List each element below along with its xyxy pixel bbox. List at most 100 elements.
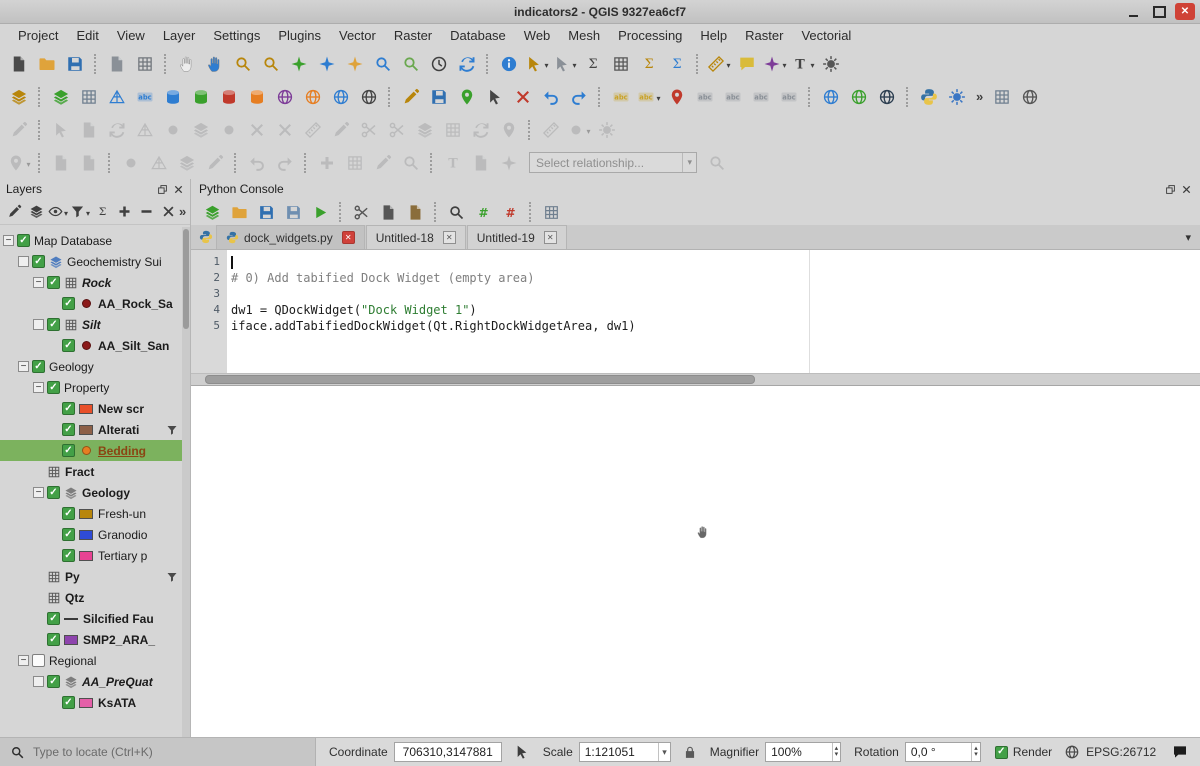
menu-layer[interactable]: Layer [154,25,205,46]
expander-icon[interactable] [3,235,14,246]
zoom-full-icon[interactable] [287,52,311,76]
close-button[interactable] [1175,3,1195,20]
new-project-icon[interactable] [7,52,31,76]
expander-icon[interactable] [33,277,44,288]
messages-icon[interactable] [1172,744,1188,760]
pan-to-selection-icon[interactable] [203,52,227,76]
add-mesh-layer-icon[interactable] [105,85,129,109]
expander-icon[interactable] [18,655,29,666]
layer-checkbox[interactable] [47,633,60,646]
expander-icon[interactable] [33,382,44,393]
new-print-layout-icon[interactable] [105,52,129,76]
map-canvas[interactable] [191,385,1200,737]
add-group-icon[interactable] [26,202,46,222]
render-checkbox[interactable] [995,746,1008,759]
layer-checkbox[interactable] [62,297,75,310]
identify-features-icon[interactable] [497,52,521,76]
code-line-4[interactable]: 4dw1 = QDockWidget("Dock Widget 1") [191,302,1200,318]
open-project-icon[interactable] [35,52,59,76]
code-line-2[interactable]: 2# 0) Add tabified Dock Widget (empty ar… [191,270,1200,286]
layer-item-py[interactable]: Py [0,566,182,587]
tab-close-icon[interactable] [342,231,355,244]
raster-calculator-icon[interactable] [990,85,1014,109]
add-raster-layer-icon[interactable] [77,85,101,109]
layer-labeling-icon[interactable] [609,85,633,109]
add-vector-layer-icon[interactable] [49,85,73,109]
layer-item-silt[interactable]: Silt [0,314,182,335]
paste-icon[interactable] [404,201,427,224]
layer-checkbox[interactable] [32,654,45,667]
processing-toolbox-icon[interactable] [945,85,969,109]
menu-processing[interactable]: Processing [609,25,691,46]
menu-settings[interactable]: Settings [204,25,269,46]
find-text-icon[interactable] [445,201,468,224]
copy-icon[interactable] [377,201,400,224]
run-script-icon[interactable] [309,201,332,224]
expand-all-icon[interactable] [114,202,134,222]
uncomment-code-icon[interactable] [499,201,522,224]
rotate-label-icon[interactable] [749,85,773,109]
python-editor-icon[interactable] [196,227,216,247]
toolbar-overflow-icon[interactable] [179,204,186,219]
title-bar[interactable]: indicators2 - QGIS 9327ea6cf7 [0,0,1200,24]
filter-legend-icon[interactable] [70,202,90,222]
menu-raster[interactable]: Raster [385,25,441,46]
layer-checkbox[interactable] [47,612,60,625]
tab-list-chevron-icon[interactable] [1185,230,1191,244]
menu-edit[interactable]: Edit [67,25,107,46]
metasearch-catalog-icon[interactable] [819,85,843,109]
lock-scale-icon[interactable] [683,745,697,759]
console-tab-untitled-18[interactable]: Untitled-18 [366,225,466,249]
deselect-features-icon[interactable] [553,52,577,76]
select-features-icon[interactable] [525,52,549,76]
osm-place-search-icon[interactable] [875,85,899,109]
layer-checkbox[interactable] [32,255,45,268]
expander-icon[interactable] [18,256,29,267]
expander-icon[interactable] [33,676,44,687]
add-wcs-layer-icon[interactable] [329,85,353,109]
delete-selected-icon[interactable] [511,85,535,109]
layer-item-regional[interactable]: Regional [0,650,182,671]
layer-item-aa-silt-san[interactable]: AA_Silt_San [0,335,182,356]
layer-checkbox[interactable] [47,381,60,394]
code-line-1[interactable]: 1 [191,254,1200,270]
zoom-in-icon[interactable] [231,52,255,76]
editor-horizontal-scrollbar[interactable] [191,373,1200,385]
layer-diagram-icon[interactable] [637,85,661,109]
map-tips-icon[interactable] [735,52,759,76]
toggle-editing-icon[interactable] [399,85,423,109]
highlight-labels-icon[interactable] [693,85,717,109]
add-oracle-layer-icon[interactable] [245,85,269,109]
layer-item-fresh-un[interactable]: Fresh-un [0,503,182,524]
menu-mesh[interactable]: Mesh [559,25,609,46]
undo-icon[interactable] [539,85,563,109]
menu-database[interactable]: Database [441,25,515,46]
spinner-arrows-icon[interactable] [971,743,980,761]
menu-help[interactable]: Help [691,25,736,46]
layers-scrollbar[interactable] [182,227,190,737]
statistical-summary-icon[interactable] [665,52,689,76]
add-wfs-layer-icon[interactable] [301,85,325,109]
code-line-5[interactable]: 5iface.addTabifiedDockWidget(Qt.RightDoc… [191,318,1200,334]
open-layer-styling-panel-icon[interactable] [4,202,24,222]
layer-checkbox[interactable] [47,486,60,499]
layer-filter-icon[interactable] [166,424,178,436]
add-xyz-layer-icon[interactable] [357,85,381,109]
python-console-toggle-icon[interactable] [917,85,941,109]
comment-code-icon[interactable] [472,201,495,224]
expander-icon[interactable] [33,319,44,330]
layer-item-property[interactable]: Property [0,377,182,398]
open-script-icon[interactable] [228,201,251,224]
menu-project[interactable]: Project [9,25,67,46]
layer-checkbox[interactable] [62,444,75,457]
temporal-controller-icon[interactable] [427,52,451,76]
remove-layer-icon[interactable] [158,202,178,222]
code-line-3[interactable]: 3 [191,286,1200,302]
expander-icon[interactable] [18,361,29,372]
refresh-map-icon[interactable] [455,52,479,76]
locate-search[interactable]: Type to locate (Ctrl+K) [0,738,316,766]
layer-filter-icon[interactable] [166,571,178,583]
coordinate-input[interactable]: 706310,3147881 [394,742,502,762]
spinner-arrows-icon[interactable] [832,743,841,761]
layer-checkbox[interactable] [62,339,75,352]
